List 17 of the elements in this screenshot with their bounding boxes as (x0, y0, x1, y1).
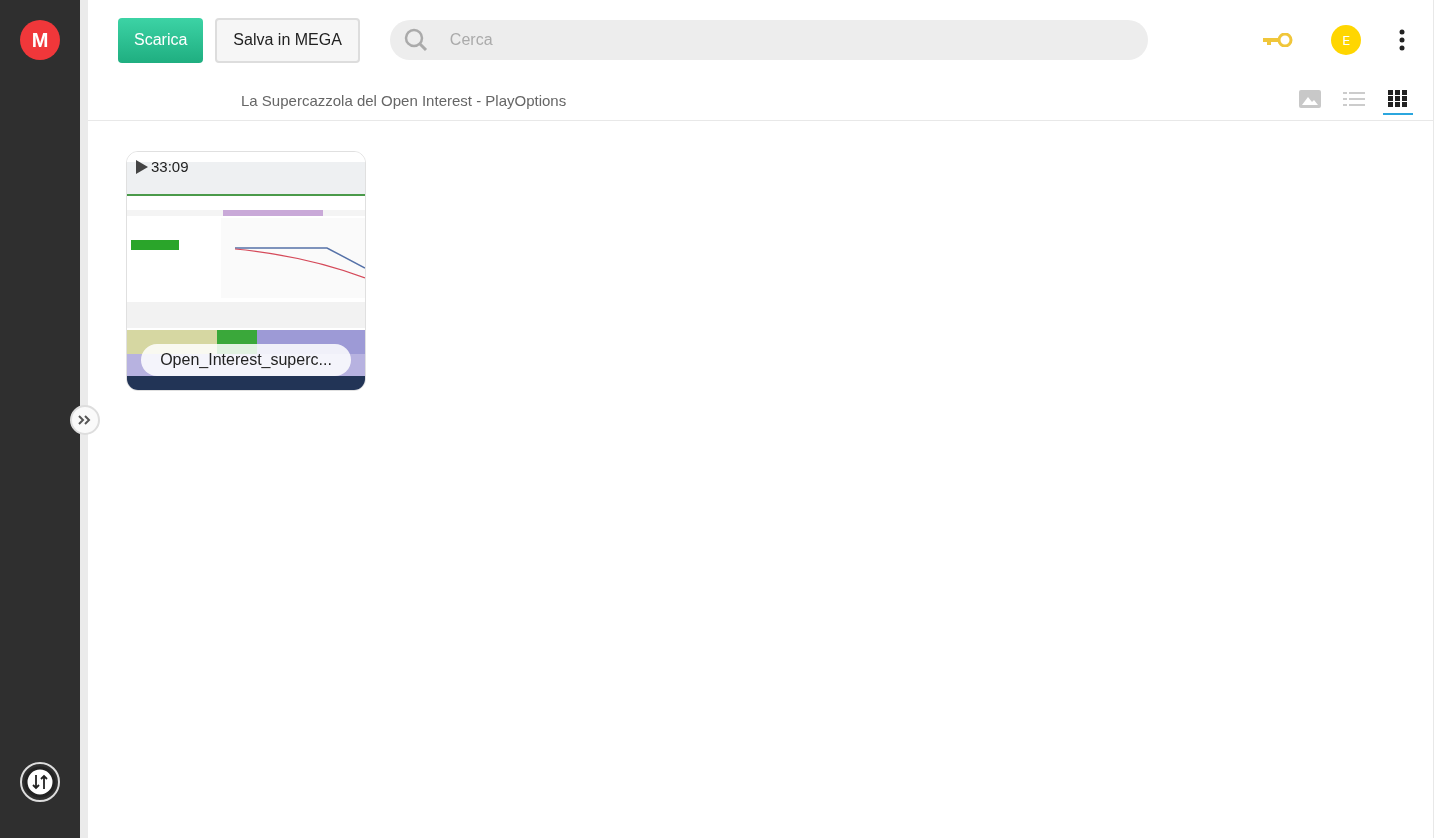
expand-button[interactable] (70, 405, 100, 435)
folder-title: La Supercazzola del Open Interest - PlayOptions (241, 91, 567, 109)
chevrons-icon (78, 415, 92, 425)
transfers-icon[interactable] (20, 762, 60, 802)
download-button[interactable]: Scarica (118, 17, 204, 63)
search-field[interactable]: Cerca (389, 20, 1148, 60)
video-thumbnail[interactable]: 33:09 Open_Interest_superc... (126, 151, 366, 391)
play-icon (136, 160, 148, 174)
image-icon (1299, 90, 1321, 108)
video-duration: 33:09 (151, 158, 189, 175)
mega-logo[interactable]: M (20, 20, 60, 60)
grid-icon (1388, 90, 1408, 108)
save-button[interactable]: Salva in MEGA (215, 17, 360, 63)
search-icon (403, 28, 428, 52)
file-name: Open_Interest_superc... (141, 344, 351, 376)
more-icon[interactable] (1399, 29, 1405, 51)
list-icon (1343, 91, 1365, 107)
